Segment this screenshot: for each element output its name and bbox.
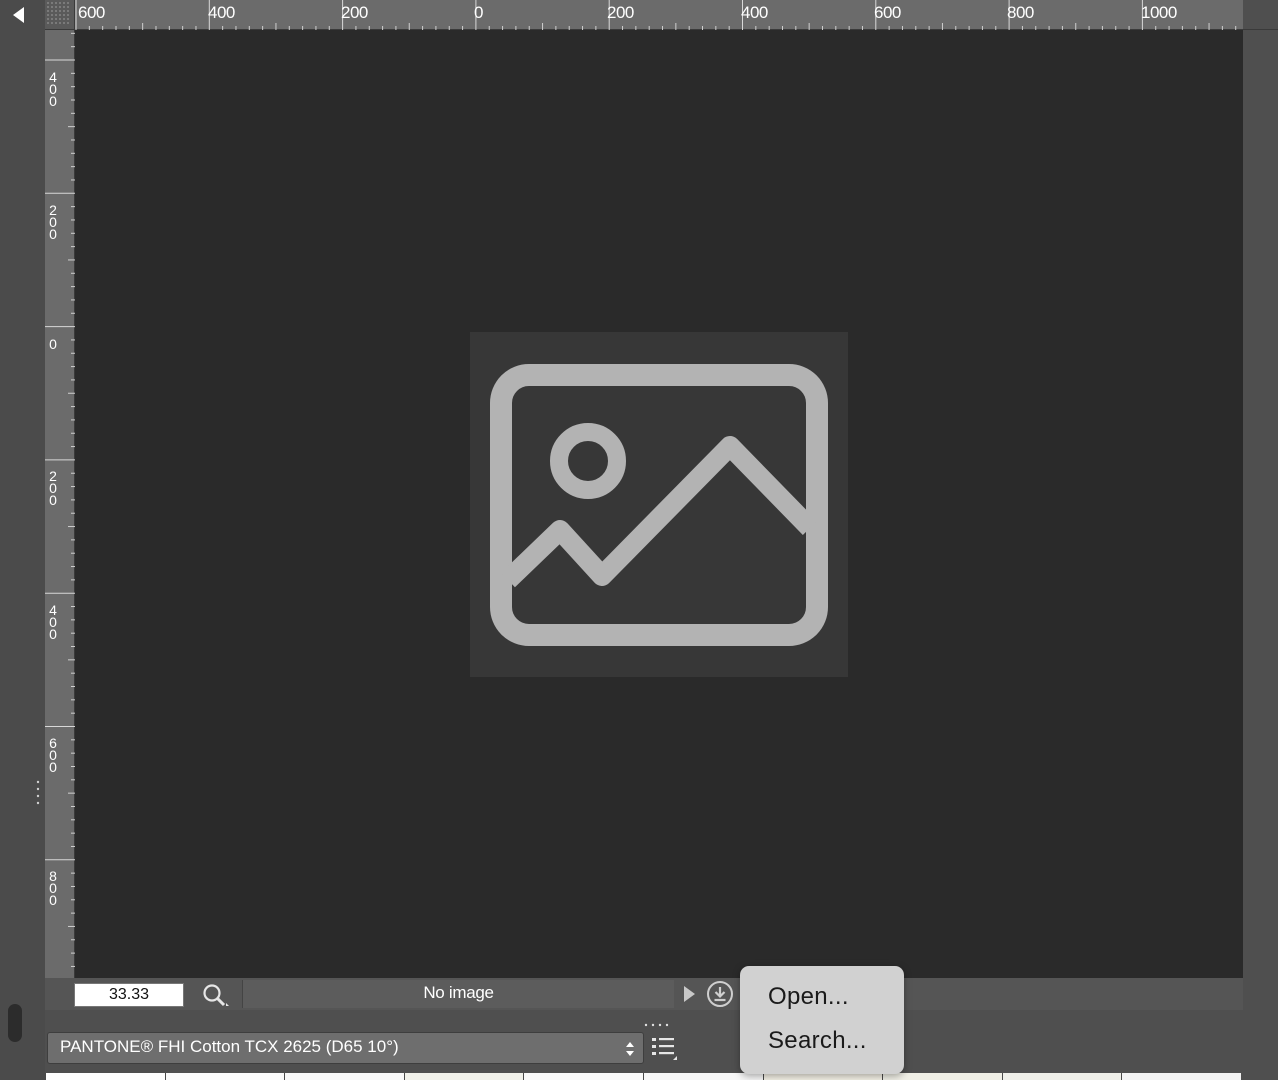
h-ruler-label: 0 [474, 3, 483, 22]
play-right-arrow-icon[interactable] [678, 980, 702, 1008]
color-swatch[interactable] [403, 1073, 524, 1080]
vertical-ruler: 4 0 0 2 0 0 0 2 0 0 4 0 0 6 0 0 8 0 0 [45, 30, 75, 978]
v-ruler-label: 2 0 0 [49, 468, 57, 508]
h-ruler-label: 200 [341, 3, 368, 22]
h-ruler-label: 400 [208, 3, 235, 22]
list-view-icon[interactable] [649, 1033, 681, 1063]
ruler-corner [45, 0, 75, 30]
color-swatch[interactable] [523, 1073, 643, 1080]
v-ruler-label: 0 [49, 336, 57, 352]
color-swatch[interactable] [45, 1073, 165, 1080]
color-library-select[interactable]: PANTONE® FHI Cotton TCX 2625 (D65 10°) [47, 1032, 644, 1064]
color-swatch[interactable] [1001, 1073, 1122, 1080]
context-menu: Open... Search... [740, 966, 904, 1074]
h-ruler-label: 400 [741, 3, 768, 22]
color-swatch[interactable] [1121, 1073, 1241, 1080]
v-ruler-label: 4 0 0 [49, 602, 57, 642]
resize-grip-icon[interactable] [643, 1016, 673, 1027]
h-ruler-label: 600 [874, 3, 901, 22]
color-swatch[interactable] [642, 1073, 763, 1080]
zoom-input[interactable]: 33.33 [74, 983, 184, 1007]
image-status-text: No image [242, 980, 674, 1008]
color-swatch-row [45, 1073, 1241, 1080]
color-library-selected-label: PANTONE® FHI Cotton TCX 2625 (D65 10°) [60, 1037, 399, 1056]
panel-splitter-handle[interactable] [35, 779, 41, 809]
download-icon[interactable] [705, 980, 735, 1008]
menu-item-search[interactable]: Search... [768, 1027, 867, 1055]
collapse-panel-left-arrow-icon[interactable] [4, 4, 30, 26]
v-ruler-label: 2 0 0 [49, 202, 57, 242]
h-ruler-label: 200 [607, 3, 634, 22]
image-placeholder-icon [470, 332, 848, 677]
color-swatch[interactable] [164, 1073, 285, 1080]
zoom-magnifier-icon[interactable] [200, 981, 232, 1009]
h-ruler-label: 600 [78, 3, 105, 22]
horizontal-ruler: 600 400 200 0 200 400 600 800 1000 [75, 0, 1243, 30]
menu-item-open[interactable]: Open... [768, 983, 849, 1011]
v-ruler-label: 6 0 0 [49, 735, 57, 775]
ruler-end-cap [1243, 0, 1278, 30]
color-swatch[interactable] [882, 1073, 1002, 1080]
select-arrows-icon [625, 1039, 635, 1057]
v-ruler-label: 4 0 0 [49, 69, 57, 109]
color-swatch[interactable] [762, 1073, 883, 1080]
color-swatch[interactable] [284, 1073, 404, 1080]
h-ruler-label: 800 [1007, 3, 1034, 22]
v-ruler-label: 8 0 0 [49, 868, 57, 908]
h-ruler-label: 1000 [1141, 3, 1177, 22]
vertical-scroll-handle[interactable] [8, 1004, 22, 1042]
left-panel-strip [0, 0, 45, 1080]
